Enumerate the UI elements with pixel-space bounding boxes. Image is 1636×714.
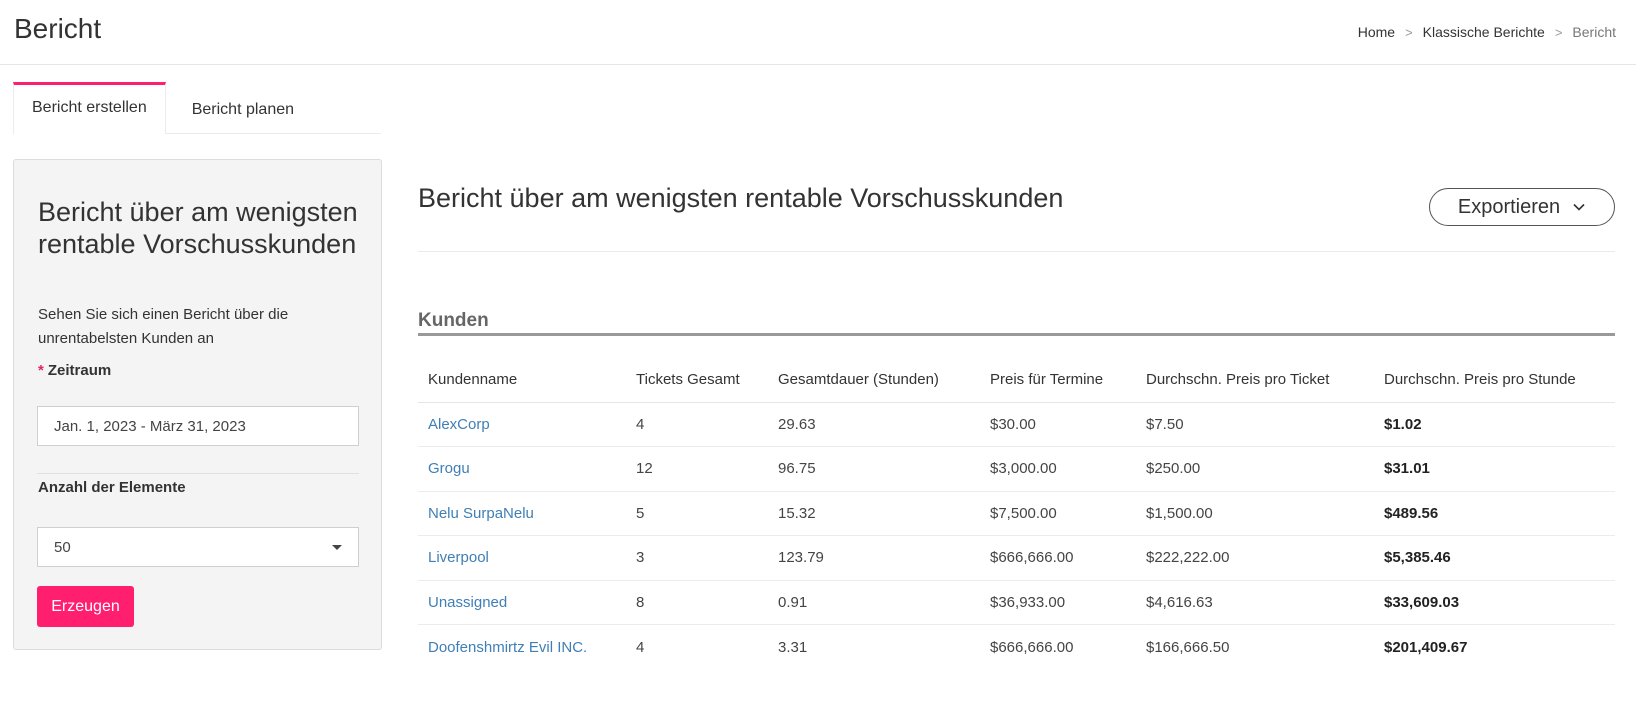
table-cell: $489.56 — [1374, 491, 1615, 536]
table-cell: $250.00 — [1136, 446, 1374, 492]
customer-link[interactable]: Unassigned — [428, 594, 507, 611]
report-divider — [418, 251, 1615, 252]
customer-name-cell: Unassigned — [418, 580, 626, 625]
column-header: Preis für Termine — [980, 357, 1136, 403]
table-cell: $1.02 — [1374, 402, 1615, 447]
table-cell: $4,616.63 — [1136, 580, 1374, 625]
table-cell: $7,500.00 — [980, 491, 1136, 536]
top-bar: Bericht Home > Klassische Berichte > Ber… — [0, 0, 1636, 65]
item-count-select[interactable]: 50 — [37, 527, 359, 567]
date-range-label: * Zeitraum — [38, 362, 111, 379]
breadcrumb-separator: > — [1405, 24, 1413, 40]
table-cell: 123.79 — [768, 535, 980, 581]
table-cell: $30.00 — [980, 402, 1136, 447]
report-tabs: Bericht erstellen Bericht planen — [13, 82, 381, 134]
column-header: Durchschn. Preis pro Stunde — [1374, 357, 1615, 403]
tab-create-report[interactable]: Bericht erstellen — [13, 82, 166, 134]
generate-button[interactable]: Erzeugen — [37, 586, 134, 627]
table-cell: 8 — [626, 580, 768, 625]
date-range-input[interactable]: Jan. 1, 2023 - März 31, 2023 — [37, 406, 359, 446]
report-title: Bericht über am wenigsten rentable Vorsc… — [418, 183, 1064, 213]
table-cell: 15.32 — [768, 491, 980, 536]
section-rule — [418, 333, 1615, 336]
chevron-down-icon — [1573, 203, 1585, 211]
table-cell: 4 — [636, 638, 645, 656]
customer-name-cell: AlexCorp — [418, 402, 626, 447]
breadcrumb: Home > Klassische Berichte > Bericht — [1358, 24, 1616, 40]
customers-table: Kundenname Tickets Gesamt Gesamtdauer (S… — [418, 357, 1615, 669]
column-header: Tickets Gesamt — [626, 357, 768, 403]
export-button[interactable]: Exportieren — [1429, 188, 1615, 226]
table-cell: 4 — [626, 402, 768, 447]
table-cell: 12 — [626, 446, 768, 492]
form-divider — [37, 473, 359, 474]
table-cell: $31.01 — [1374, 446, 1615, 492]
report-form-panel: Bericht über am wenigsten rentable Vorsc… — [13, 159, 382, 650]
table-row: Liverpool 3 123.79 $666,666.00 $222,222.… — [418, 535, 1615, 581]
table-header-row: Kundenname Tickets Gesamt Gesamtdauer (S… — [418, 357, 1615, 403]
table-cell: $222,222.00 — [1136, 535, 1374, 581]
table-cell: $33,609.03 — [1374, 580, 1615, 625]
form-description: Sehen Sie sich einen Bericht über die un… — [38, 306, 289, 347]
table-cell: $166,666.50 — [1146, 638, 1230, 656]
customer-name-cell: Liverpool — [418, 535, 626, 581]
table-cell: 96.75 — [768, 446, 980, 492]
table-cell: 3 — [626, 535, 768, 581]
customer-link[interactable]: Grogu — [428, 460, 470, 477]
column-header: Durchschn. Preis pro Ticket — [1136, 357, 1374, 403]
date-range-label-text: Zeitraum — [47, 362, 112, 379]
table-cell: 0.91 — [768, 580, 980, 625]
customer-link[interactable]: Liverpool — [428, 549, 489, 566]
table-cell: 5 — [626, 491, 768, 536]
table-cell: $7.50 — [1136, 402, 1374, 447]
table-cell: $201,409.67 — [1384, 638, 1468, 656]
table-cell: $666,666.00 — [990, 638, 1074, 656]
table-row: AlexCorp 4 29.63 $30.00 $7.50 $1.02 — [418, 402, 1615, 447]
export-label: Exportieren — [1457, 195, 1561, 218]
table-cell: $3,000.00 — [980, 446, 1136, 492]
table-cell: 3.31 — [778, 638, 808, 656]
table-row: Unassigned 8 0.91 $36,933.00 $4,616.63 $… — [418, 580, 1615, 625]
table-cell: 29.63 — [768, 402, 980, 447]
required-marker: * — [38, 362, 44, 379]
table-cell: $36,933.00 — [980, 580, 1136, 625]
form-title: Bericht über am wenigsten rentable Vorsc… — [38, 197, 358, 259]
table-row: Doofenshmirtz Evil INC. 4 3.31 $666,666.… — [418, 625, 1615, 670]
customer-link[interactable]: Nelu SurpaNelu — [428, 505, 534, 522]
item-count-value: 50 — [54, 538, 71, 556]
customer-link[interactable]: Doofenshmirtz Evil INC. — [428, 639, 587, 656]
page-title: Bericht — [14, 13, 102, 44]
breadcrumb-classic-reports[interactable]: Klassische Berichte — [1423, 24, 1545, 40]
item-count-label: Anzahl der Elemente — [38, 479, 186, 496]
breadcrumb-home[interactable]: Home — [1358, 24, 1395, 40]
column-header: Kundenname — [418, 357, 626, 403]
customer-name-cell: Nelu SurpaNelu — [418, 491, 626, 536]
customer-name-cell: Doofenshmirtz Evil INC. — [418, 625, 626, 670]
table-cell: $1,500.00 — [1136, 491, 1374, 536]
column-header: Gesamtdauer (Stunden) — [768, 357, 980, 403]
breadcrumb-current: Bericht — [1572, 24, 1616, 40]
table-row: Nelu SurpaNelu 5 15.32 $7,500.00 $1,500.… — [418, 491, 1615, 536]
breadcrumb-separator: > — [1554, 24, 1563, 40]
customer-name-cell: Grogu — [418, 446, 626, 492]
customer-link[interactable]: AlexCorp — [428, 416, 490, 433]
caret-down-icon — [332, 544, 342, 550]
table-cell: $666,666.00 — [980, 535, 1136, 581]
table-row: Grogu 12 96.75 $3,000.00 $250.00 $31.01 — [418, 446, 1615, 492]
table-cell: $5,385.46 — [1374, 535, 1615, 581]
tab-schedule-report[interactable]: Bericht planen — [166, 82, 312, 134]
section-title: Kunden — [418, 310, 489, 331]
